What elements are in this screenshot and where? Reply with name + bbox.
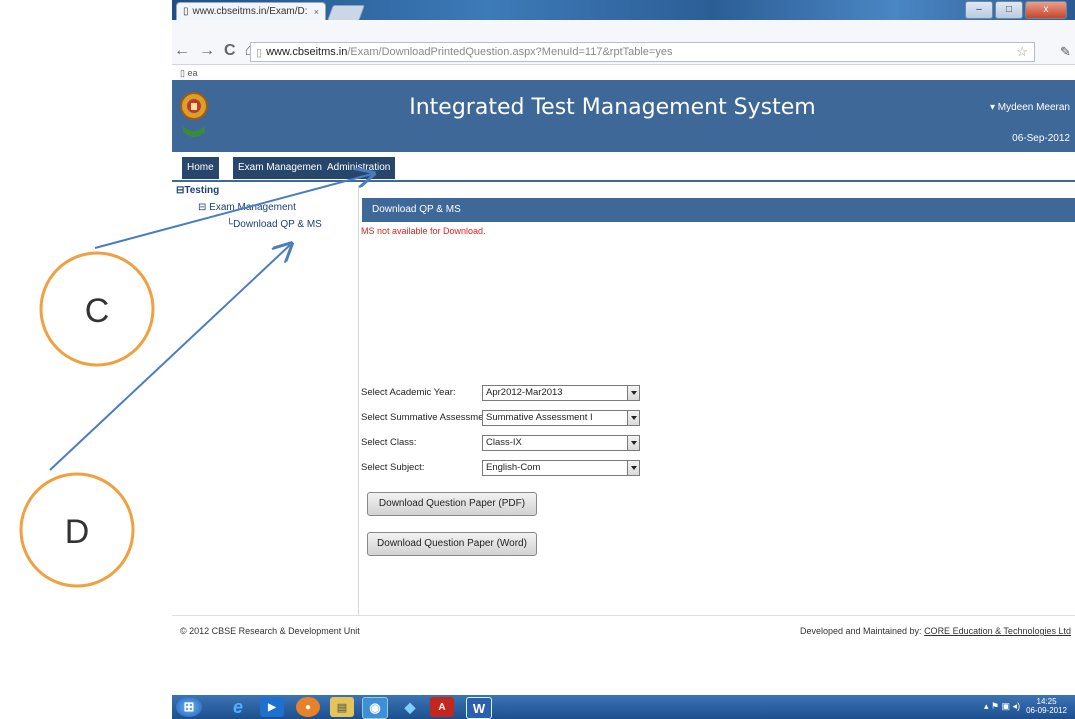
developer-credit: Developed and Maintained by: CORE Educat… — [800, 626, 1071, 636]
media-icon[interactable]: ▶ — [260, 697, 284, 717]
maximize-button[interactable]: □ — [995, 1, 1023, 19]
panel-heading: Download QP & MS — [362, 198, 1075, 222]
url-path: /Exam/DownloadPrintedQuestion.aspx?MenuI… — [347, 46, 673, 58]
page-icon: ▯ — [256, 46, 263, 59]
academic-year-select[interactable]: Apr2012-Mar2013 — [482, 385, 640, 401]
close-window-button[interactable]: x — [1025, 1, 1067, 19]
word-icon[interactable]: W — [466, 697, 492, 719]
browser-tab[interactable]: ▯ www.cbseitms.in/Exam/D: × — [176, 2, 326, 20]
menu-home[interactable]: Home — [182, 157, 219, 179]
dropdown-arrow-icon[interactable] — [627, 460, 640, 476]
bookmark-star-icon[interactable]: ☆ — [1016, 44, 1028, 60]
site-title: Integrated Test Management System — [409, 95, 816, 120]
network-app-icon[interactable]: ◆ — [398, 697, 422, 717]
academic-year-label: Select Academic Year: — [361, 387, 456, 398]
page-icon: ▯ — [183, 6, 189, 17]
minimize-button[interactable]: – — [965, 1, 993, 19]
nav-buttons: ← → C ⌂ — [174, 40, 254, 62]
folder-icon[interactable]: ▤ — [330, 697, 354, 717]
clock-date: 06-09-2012 — [1026, 706, 1067, 715]
tree-root-testing[interactable]: ⊟Testing — [176, 185, 219, 196]
download-word-button[interactable]: Download Question Paper (Word) — [367, 532, 537, 556]
developer-prefix: Developed and Maintained by: — [799, 626, 925, 636]
tree-download-qp-ms[interactable]: └Download QP & MS — [226, 219, 322, 230]
reload-icon[interactable]: C — [224, 42, 236, 60]
footer-divider — [172, 615, 1075, 616]
user-menu[interactable]: ▾ Mydeen Meeran — [990, 102, 1070, 113]
wrench-icon[interactable]: ✎ — [1060, 44, 1071, 60]
callout-d-arrow — [49, 245, 290, 471]
chrome-icon[interactable]: ◉ — [362, 697, 388, 719]
class-label: Select Class: — [361, 437, 417, 448]
firefox-icon[interactable]: ● — [296, 697, 320, 717]
pdf-reader-icon[interactable]: A — [430, 697, 454, 717]
window-controls: – □ x — [965, 1, 1067, 19]
bookmark-item[interactable]: ▯ ea — [180, 68, 197, 79]
subject-select[interactable]: English-Com — [482, 460, 640, 476]
developer-link[interactable]: CORE Education & Technologies Ltd — [924, 626, 1071, 636]
callout-c-circle — [39, 251, 155, 367]
callout-c-label: C — [85, 292, 110, 330]
tab-title: www.cbseitms.in/Exam/D: — [192, 6, 308, 17]
clock[interactable]: 14:25 06-09-2012 — [1026, 697, 1067, 715]
callout-d-label: D — [65, 513, 90, 551]
class-value: Class-IX — [486, 437, 522, 448]
summative-assessment-value: Summative Assessment I — [486, 412, 593, 423]
dropdown-arrow-icon[interactable] — [627, 385, 640, 401]
subject-value: English-Com — [486, 462, 541, 473]
dropdown-arrow-icon[interactable] — [627, 410, 640, 426]
forward-arrow-icon[interactable]: → — [199, 42, 215, 60]
error-message: MS not available for Download. — [361, 226, 486, 236]
url-host: www.cbseitms.in — [266, 46, 348, 58]
page-icon: ▯ — [180, 68, 185, 78]
summative-assessment-select[interactable]: Summative Assessment I — [482, 410, 640, 426]
bookmark-label: ea — [187, 68, 198, 78]
tab-close-icon[interactable]: × — [314, 7, 319, 17]
sidebar-divider — [358, 185, 359, 615]
ie-icon[interactable]: e — [226, 697, 250, 717]
new-tab-button[interactable] — [327, 5, 365, 21]
tree-exam-management[interactable]: ⊟ Exam Management — [198, 202, 296, 213]
address-bar[interactable]: ▯ www.cbseitms.in /Exam/DownloadPrintedQ… — [250, 42, 1035, 62]
menu-administration[interactable]: Administration — [322, 157, 396, 179]
clock-time: 14:25 — [1036, 697, 1057, 706]
header-date: 06-Sep-2012 — [1012, 133, 1070, 144]
start-button[interactable]: ⊞ — [176, 697, 202, 717]
summative-assessment-label: Select Summative Assessment: — [361, 412, 495, 423]
class-select[interactable]: Class-IX — [482, 435, 640, 451]
copyright-text: © 2012 CBSE Research & Development Unit — [180, 626, 360, 636]
tray-icons[interactable]: ▴ ⚑ ▣ ◂) — [984, 701, 1020, 712]
menu-exam-management[interactable]: Exam Management — [233, 157, 330, 179]
academic-year-value: Apr2012-Mar2013 — [486, 387, 563, 398]
callout-d-circle — [19, 472, 135, 588]
back-arrow-icon[interactable]: ← — [174, 42, 190, 60]
download-pdf-button[interactable]: Download Question Paper (PDF) — [367, 492, 537, 516]
subject-label: Select Subject: — [361, 462, 425, 473]
system-tray: ▴ ⚑ ▣ ◂) 14:25 06-09-2012 — [984, 697, 1067, 715]
dropdown-arrow-icon[interactable] — [627, 435, 640, 451]
